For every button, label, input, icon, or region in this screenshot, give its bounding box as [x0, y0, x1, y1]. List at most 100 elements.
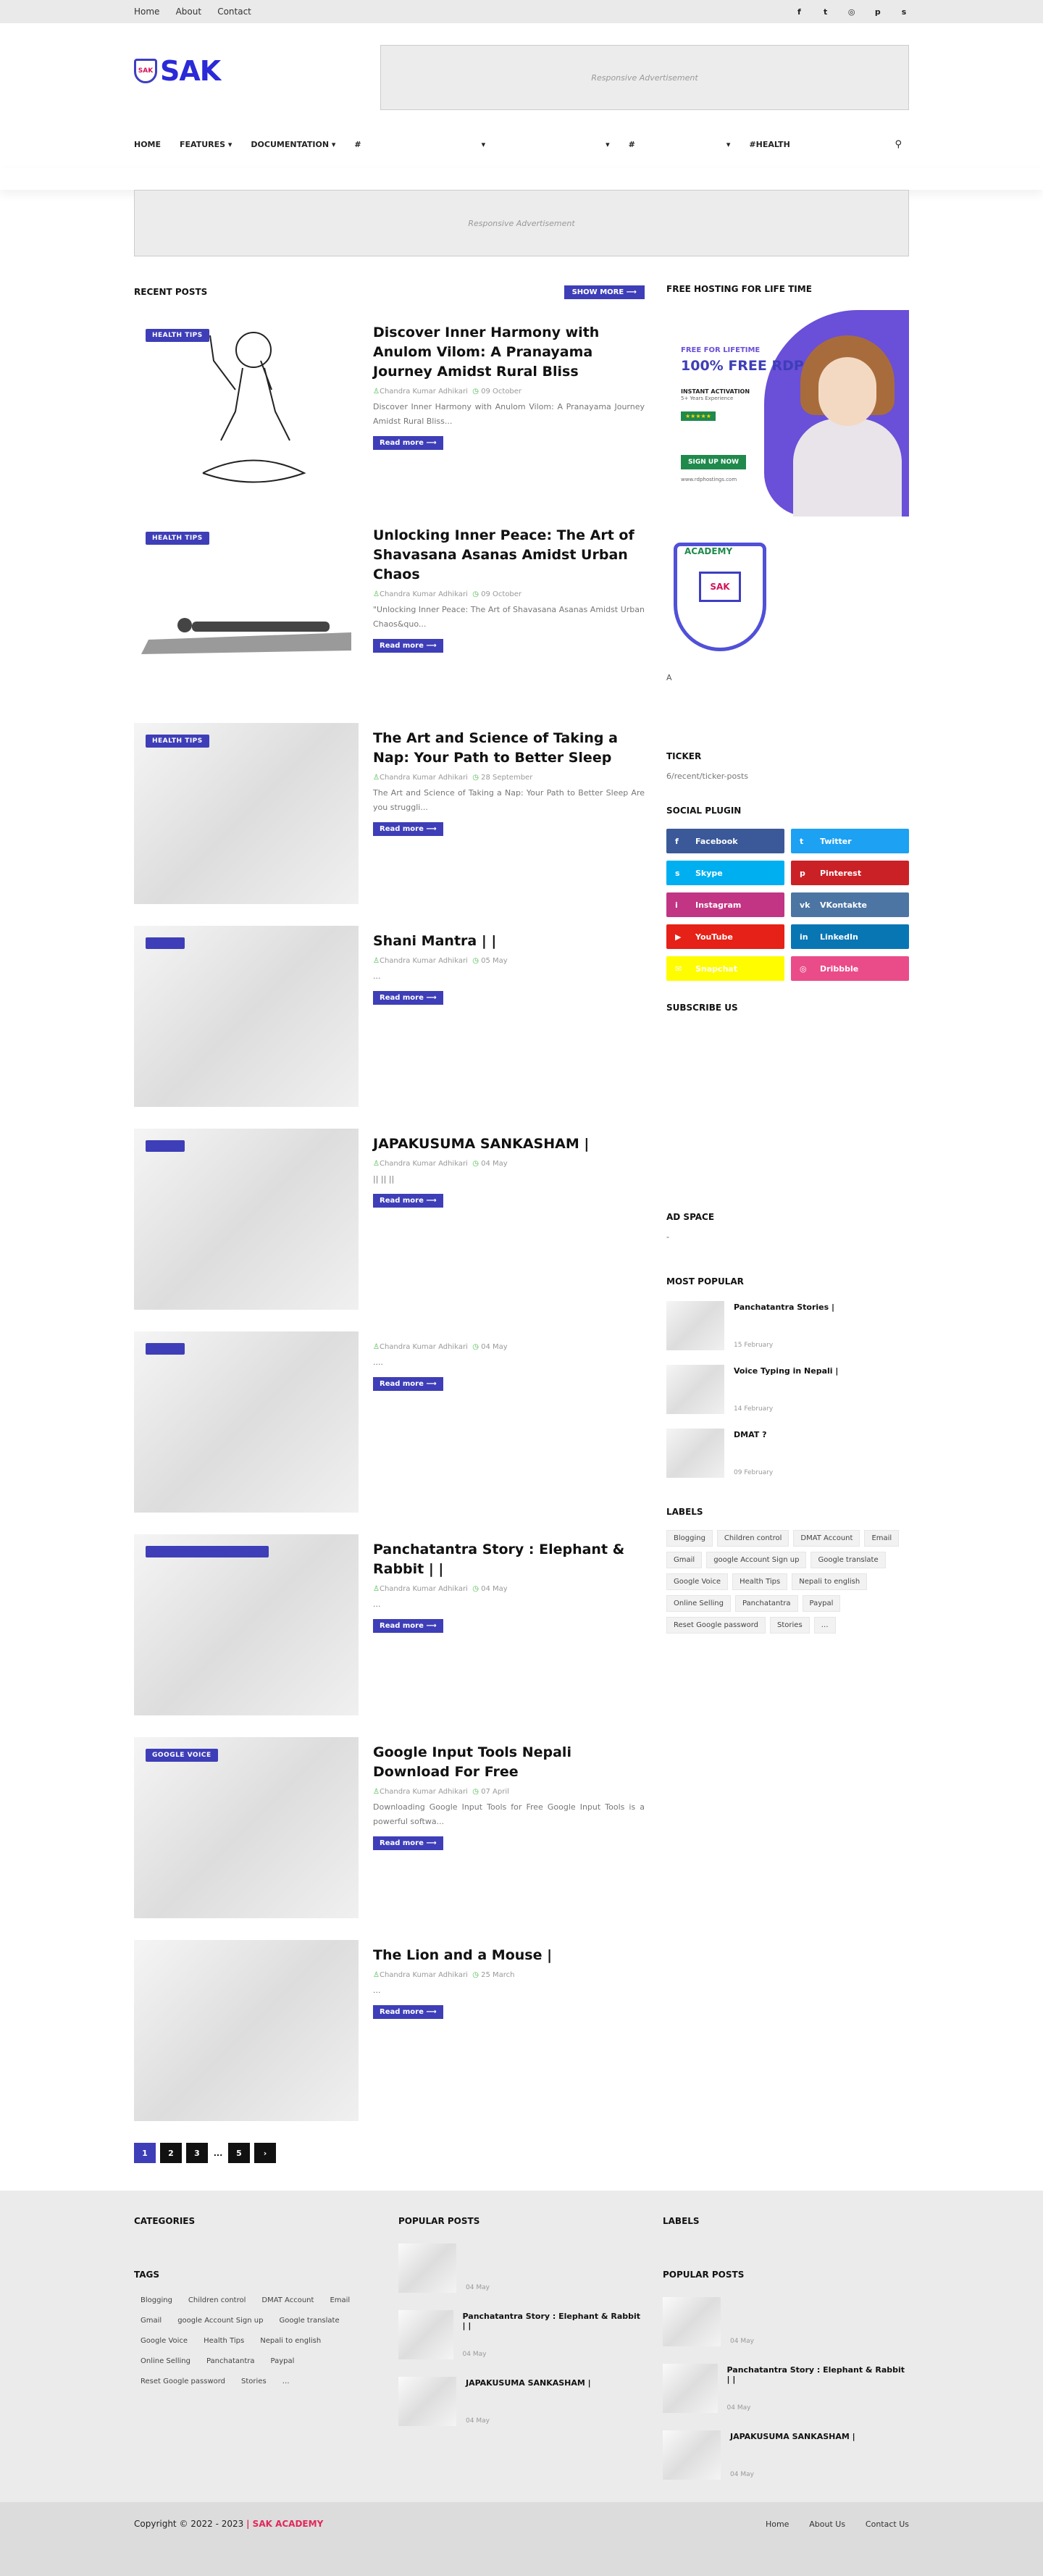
footer-popular-thumbnail[interactable]	[398, 2377, 456, 2426]
read-more-button[interactable]: Read more ⟶	[373, 2005, 443, 2019]
post-title[interactable]: Unlocking Inner Peace: The Art of Shavas…	[373, 526, 645, 585]
footer-popular-title[interactable]: Panchatantra Story : Elephant & Rabbit |…	[463, 2312, 642, 2330]
social-pinterest-button[interactable]: p Pinterest	[791, 861, 909, 885]
social-linkedin-button[interactable]: in LinkedIn	[791, 924, 909, 949]
footer-tag[interactable]: Stories	[235, 2374, 273, 2389]
site-logo[interactable]: SAK SAK	[134, 55, 221, 87]
nav-hash-2[interactable]: #	[629, 140, 635, 149]
bottom-link-about[interactable]: About Us	[809, 2519, 845, 2529]
footer-tag[interactable]: Panchatantra	[200, 2354, 261, 2369]
footer-popular-thumbnail[interactable]	[663, 2364, 718, 2413]
read-more-button[interactable]: Read more ⟶	[373, 1836, 443, 1850]
read-more-button[interactable]: Read more ⟶	[373, 1619, 443, 1633]
footer-popular-post[interactable]: 04 May	[663, 2297, 905, 2346]
facebook-icon[interactable]: f	[794, 7, 804, 17]
nav-dropdown-2[interactable]: ▾	[606, 140, 610, 149]
banner-signup-button[interactable]: SIGN UP NOW	[681, 455, 747, 469]
post-title[interactable]: Panchatantra Story : Elephant & Rabbit |…	[373, 1540, 645, 1579]
footer-tag[interactable]: DMAT Account	[255, 2293, 320, 2308]
popular-post[interactable]: Panchatantra Stories | 15 February	[666, 1301, 909, 1350]
post-title[interactable]: Shani Mantra | |	[373, 932, 645, 951]
nav-hash-1[interactable]: #	[354, 140, 361, 149]
post-thumbnail[interactable]: HEALTH TIPS	[134, 317, 359, 498]
bottom-link-contact[interactable]: Contact Us	[866, 2519, 909, 2529]
footer-tag[interactable]: Email	[323, 2293, 356, 2308]
post-title[interactable]: The Lion and a Mouse |	[373, 1946, 645, 1965]
post-category-badge[interactable]	[146, 1140, 185, 1152]
footer-tag[interactable]: Health Tips	[197, 2333, 251, 2349]
social-instagram-button[interactable]: i Instagram	[666, 892, 784, 917]
footer-popular-thumbnail[interactable]	[398, 2243, 456, 2293]
header-advertisement[interactable]: Responsive Advertisement	[380, 45, 909, 110]
footer-tag[interactable]: Gmail	[134, 2313, 168, 2328]
post-category-badge[interactable]	[146, 1343, 185, 1355]
popular-thumbnail[interactable]	[666, 1301, 724, 1350]
page-3[interactable]: 3	[186, 2143, 208, 2163]
post-thumbnail[interactable]	[134, 1534, 359, 1715]
nav-features[interactable]: FEATURES ▾	[180, 140, 232, 149]
post-category-badge[interactable]: HEALTH TIPS	[146, 329, 209, 342]
post-thumbnail[interactable]: HEALTH TIPS	[134, 520, 359, 701]
footer-popular-post[interactable]: JAPAKUSUMA SANKASHAM | 04 May	[663, 2430, 905, 2480]
read-more-button[interactable]: Read more ⟶	[373, 436, 443, 450]
label-tag[interactable]: Google Voice	[666, 1573, 729, 1590]
popular-title[interactable]: Panchatantra Stories |	[734, 1302, 834, 1312]
post-thumbnail[interactable]: GOOGLE VOICE	[134, 1737, 359, 1918]
footer-popular-post[interactable]: Panchatantra Story : Elephant & Rabbit |…	[663, 2364, 905, 2413]
page-next[interactable]: ›	[254, 2143, 276, 2163]
footer-tag[interactable]: google Account Sign up	[171, 2313, 269, 2328]
footer-tag[interactable]: Online Selling	[134, 2354, 197, 2369]
label-tag[interactable]: google Account Sign up	[706, 1552, 807, 1568]
post-category-badge[interactable]: HEALTH TIPS	[146, 532, 209, 545]
top-menu-contact[interactable]: Contact	[217, 7, 251, 17]
footer-popular-title[interactable]: JAPAKUSUMA SANKASHAM |	[730, 2432, 855, 2441]
top-menu-about[interactable]: About	[176, 7, 201, 17]
footer-tag[interactable]: Reset Google password	[134, 2374, 232, 2389]
show-more-button[interactable]: SHOW MORE ⟶	[564, 285, 645, 299]
footer-tag[interactable]: Children control	[182, 2293, 252, 2308]
social-facebook-button[interactable]: f Facebook	[666, 829, 784, 853]
footer-tag[interactable]: Nepali to english	[254, 2333, 327, 2349]
footer-popular-title[interactable]: Panchatantra Story : Elephant & Rabbit |…	[727, 2365, 906, 2384]
popular-post[interactable]: Voice Typing in Nepali | 14 February	[666, 1365, 909, 1414]
popular-title[interactable]: Voice Typing in Nepali |	[734, 1366, 838, 1376]
popular-post[interactable]: DMAT ? 09 February	[666, 1429, 909, 1478]
post-title[interactable]: JAPAKUSUMA SANKASHAM |	[373, 1134, 645, 1154]
label-tag[interactable]: Nepali to english	[792, 1573, 868, 1590]
label-tag[interactable]: Reset Google password	[666, 1617, 766, 1634]
page-1[interactable]: 1	[134, 2143, 156, 2163]
skype-icon[interactable]: s	[899, 7, 909, 17]
page-5[interactable]: 5	[228, 2143, 250, 2163]
read-more-button[interactable]: Read more ⟶	[373, 1377, 443, 1391]
footer-tag[interactable]: Google translate	[272, 2313, 345, 2328]
label-tag[interactable]: Email	[864, 1530, 900, 1547]
footer-popular-title[interactable]: JAPAKUSUMA SANKASHAM |	[466, 2378, 591, 2388]
post-thumbnail[interactable]	[134, 1129, 359, 1310]
bottom-link-home[interactable]: Home	[766, 2519, 789, 2529]
nav-home[interactable]: HOME	[134, 140, 161, 149]
social-vkontakte-button[interactable]: vk VKontakte	[791, 892, 909, 917]
pinterest-icon[interactable]: p	[873, 7, 883, 17]
nav-dropdown-1[interactable]: ▾	[482, 140, 486, 149]
label-tag[interactable]: Stories	[770, 1617, 810, 1634]
label-tag[interactable]: DMAT Account	[793, 1530, 860, 1547]
post-category-badge[interactable]	[146, 1546, 269, 1557]
hosting-banner[interactable]: FREE FOR LIFETIME 100% FREE RDP INSTANT …	[666, 310, 909, 517]
page-2[interactable]: 2	[160, 2143, 182, 2163]
read-more-button[interactable]: Read more ⟶	[373, 822, 443, 836]
nav-dropdown-3[interactable]: ▾	[726, 140, 731, 149]
post-title[interactable]: Discover Inner Harmony with Anulom Vilom…	[373, 323, 645, 382]
footer-popular-post[interactable]: Panchatantra Story : Elephant & Rabbit |…	[398, 2310, 641, 2359]
nav-health[interactable]: #HEALTH	[749, 140, 789, 149]
social-twitter-button[interactable]: t Twitter	[791, 829, 909, 853]
label-tag[interactable]: …	[813, 1617, 836, 1634]
post-thumbnail[interactable]	[134, 1940, 359, 2121]
footer-popular-post[interactable]: JAPAKUSUMA SANKASHAM | 04 May	[398, 2377, 641, 2426]
copyright-brand[interactable]: | SAK ACADEMY	[246, 2519, 323, 2529]
read-more-button[interactable]: Read more ⟶	[373, 991, 443, 1005]
post-category-badge[interactable]: HEALTH TIPS	[146, 735, 209, 748]
footer-popular-post[interactable]: 04 May	[398, 2243, 641, 2293]
social-dribbble-button[interactable]: ◎ Dribbble	[791, 956, 909, 981]
social-youtube-button[interactable]: ▶ YouTube	[666, 924, 784, 949]
post-title[interactable]: Google Input Tools Nepali Download For F…	[373, 1743, 645, 1782]
